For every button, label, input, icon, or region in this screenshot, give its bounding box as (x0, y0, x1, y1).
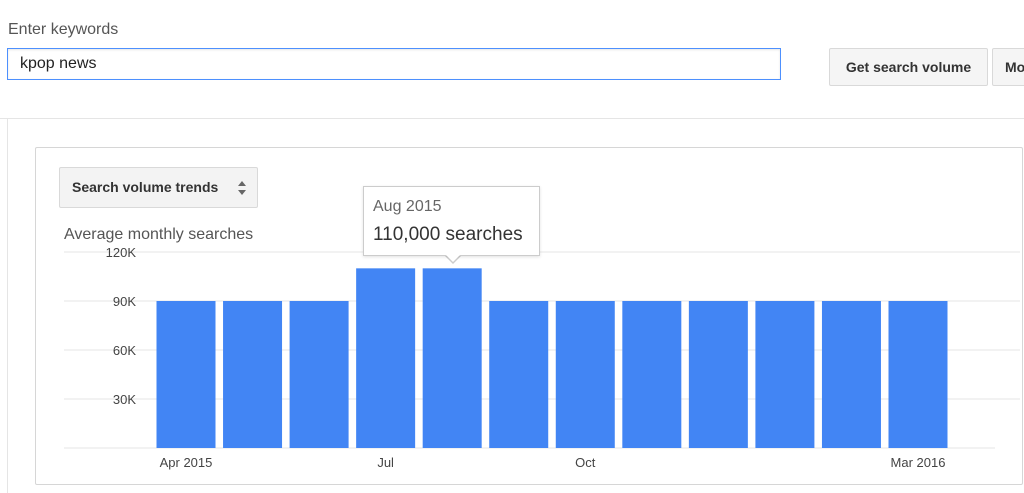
bar (555, 301, 615, 448)
bar (755, 301, 815, 448)
y-tick-label: 30K (113, 392, 136, 407)
bar (422, 268, 482, 448)
bar (356, 268, 416, 448)
x-tick-label: Oct (575, 455, 596, 470)
tooltip: Aug 2015 110,000 searches (363, 186, 540, 256)
bar (289, 301, 349, 448)
bar (821, 301, 881, 448)
tooltip-arrow-inner (445, 254, 461, 262)
bar (156, 301, 216, 448)
tooltip-month: Aug 2015 (373, 198, 442, 215)
x-tick-label: Apr 2015 (160, 455, 213, 470)
y-tick-label: 90K (113, 294, 136, 309)
bar (489, 301, 549, 448)
bar (888, 301, 948, 448)
bar (688, 301, 748, 448)
bar (223, 301, 283, 448)
x-tick-label: Mar 2016 (891, 455, 946, 470)
y-tick-label: 120K (106, 245, 137, 260)
tooltip-value: 110,000 searches (373, 224, 523, 245)
y-tick-label: 60K (113, 343, 136, 358)
x-tick-label: Jul (377, 455, 394, 470)
bar (622, 301, 682, 448)
